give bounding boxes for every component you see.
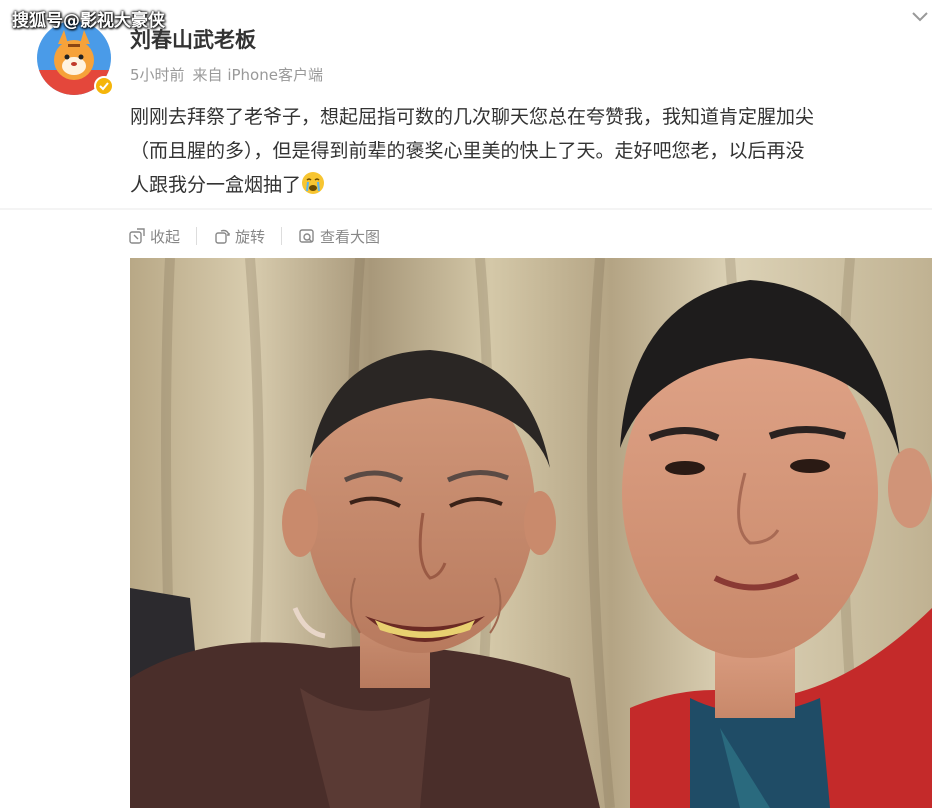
post-text-line: 刚刚去拜祭了老爷子，想起屈指可数的几次聊天您总在夸赞我，我知道肯定腥加尖 xyxy=(130,106,815,128)
post-meta: 5小时前 来自 iPhone客户端 xyxy=(130,64,323,85)
separator xyxy=(196,227,198,245)
collapse-button[interactable]: 收起 xyxy=(128,226,180,247)
post-photo[interactable] xyxy=(130,258,932,808)
verified-badge-icon xyxy=(94,76,114,96)
rotate-icon xyxy=(215,229,230,244)
post-text-line: 人跟我分一盒烟抽了 xyxy=(130,168,932,202)
view-large-button[interactable]: 查看大图 xyxy=(298,226,380,247)
divider xyxy=(0,208,932,210)
view-large-icon xyxy=(299,229,314,243)
watermark: 搜狐号@影视大豪侠 xyxy=(12,11,165,31)
selfie-photo xyxy=(130,258,932,808)
post-text: 刚刚去拜祭了老爷子，想起屈指可数的几次聊天您总在夸赞我，我知道肯定腥加尖 （而且… xyxy=(130,100,932,202)
chevron-down-icon[interactable] xyxy=(910,10,930,24)
image-actions: 收起 旋转 查看大图 xyxy=(128,222,380,250)
post-source[interactable]: 来自 iPhone客户端 xyxy=(193,66,323,84)
post-time: 5小时前 xyxy=(130,66,185,84)
collapse-icon xyxy=(129,228,145,244)
separator xyxy=(281,227,283,245)
post-text-line: （而且腥的多），但是得到前辈的褒奖心里美的快上了天。走好吧您老，以后再没 xyxy=(130,140,805,162)
weibo-post-header: 刘春山武老板 5小时前 来自 iPhone客户端 刚刚去拜祭了老爷子，想起屈指可数… xyxy=(0,0,932,208)
crying-emoji-icon xyxy=(302,172,325,194)
rotate-button[interactable]: 旋转 xyxy=(213,226,265,247)
